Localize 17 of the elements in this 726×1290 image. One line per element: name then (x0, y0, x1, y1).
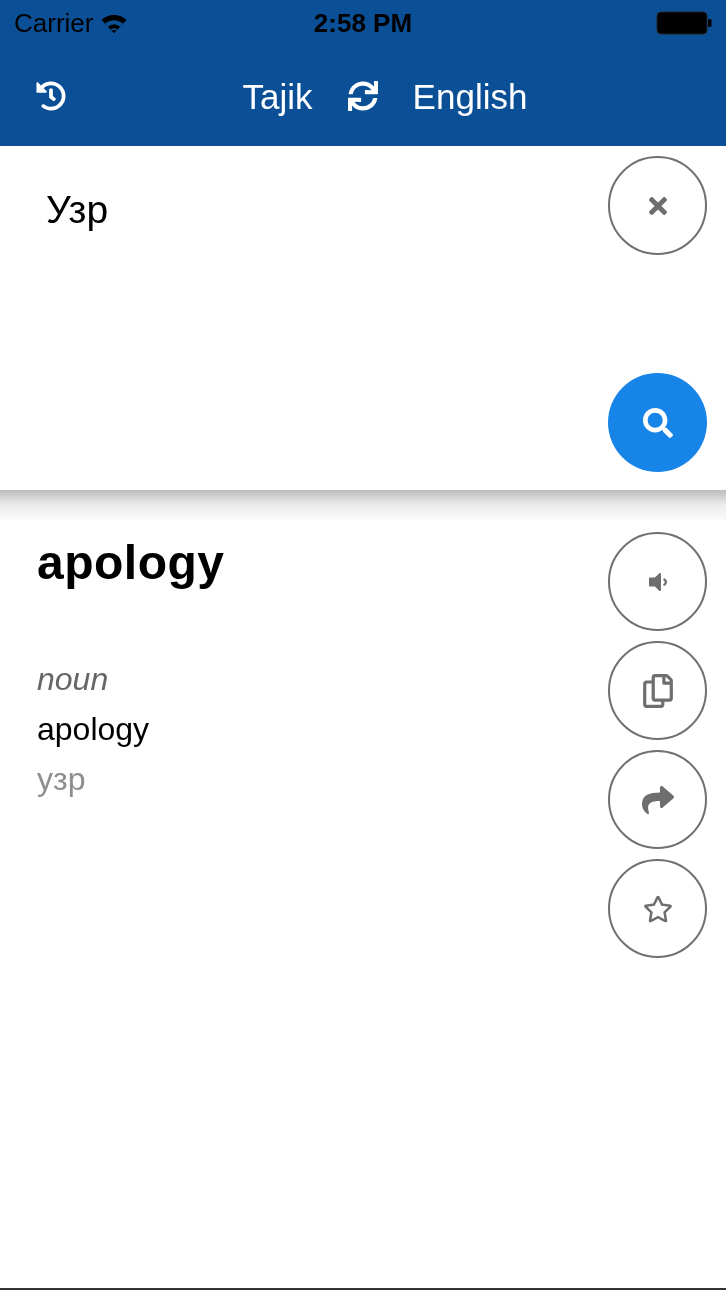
swap-languages-button[interactable] (346, 80, 379, 112)
translation: apology (37, 710, 150, 749)
input-field[interactable]: Узр (0, 146, 608, 490)
status-time: 2:58 PM (313, 10, 413, 36)
history-icon (36, 81, 66, 111)
headword: apology (37, 535, 225, 591)
wifi-icon (101, 13, 128, 33)
share-icon (641, 783, 674, 816)
search-icon (642, 407, 673, 438)
part-of-speech: noun (37, 660, 109, 699)
copy-icon (640, 673, 675, 708)
battery-icon (656, 11, 712, 35)
swap-icon (347, 81, 378, 111)
target-language-button[interactable]: English (412, 78, 528, 114)
carrier-label: Carrier (14, 10, 94, 36)
source-language-button[interactable]: Tajik (242, 78, 313, 114)
source-word: узр (37, 760, 86, 799)
